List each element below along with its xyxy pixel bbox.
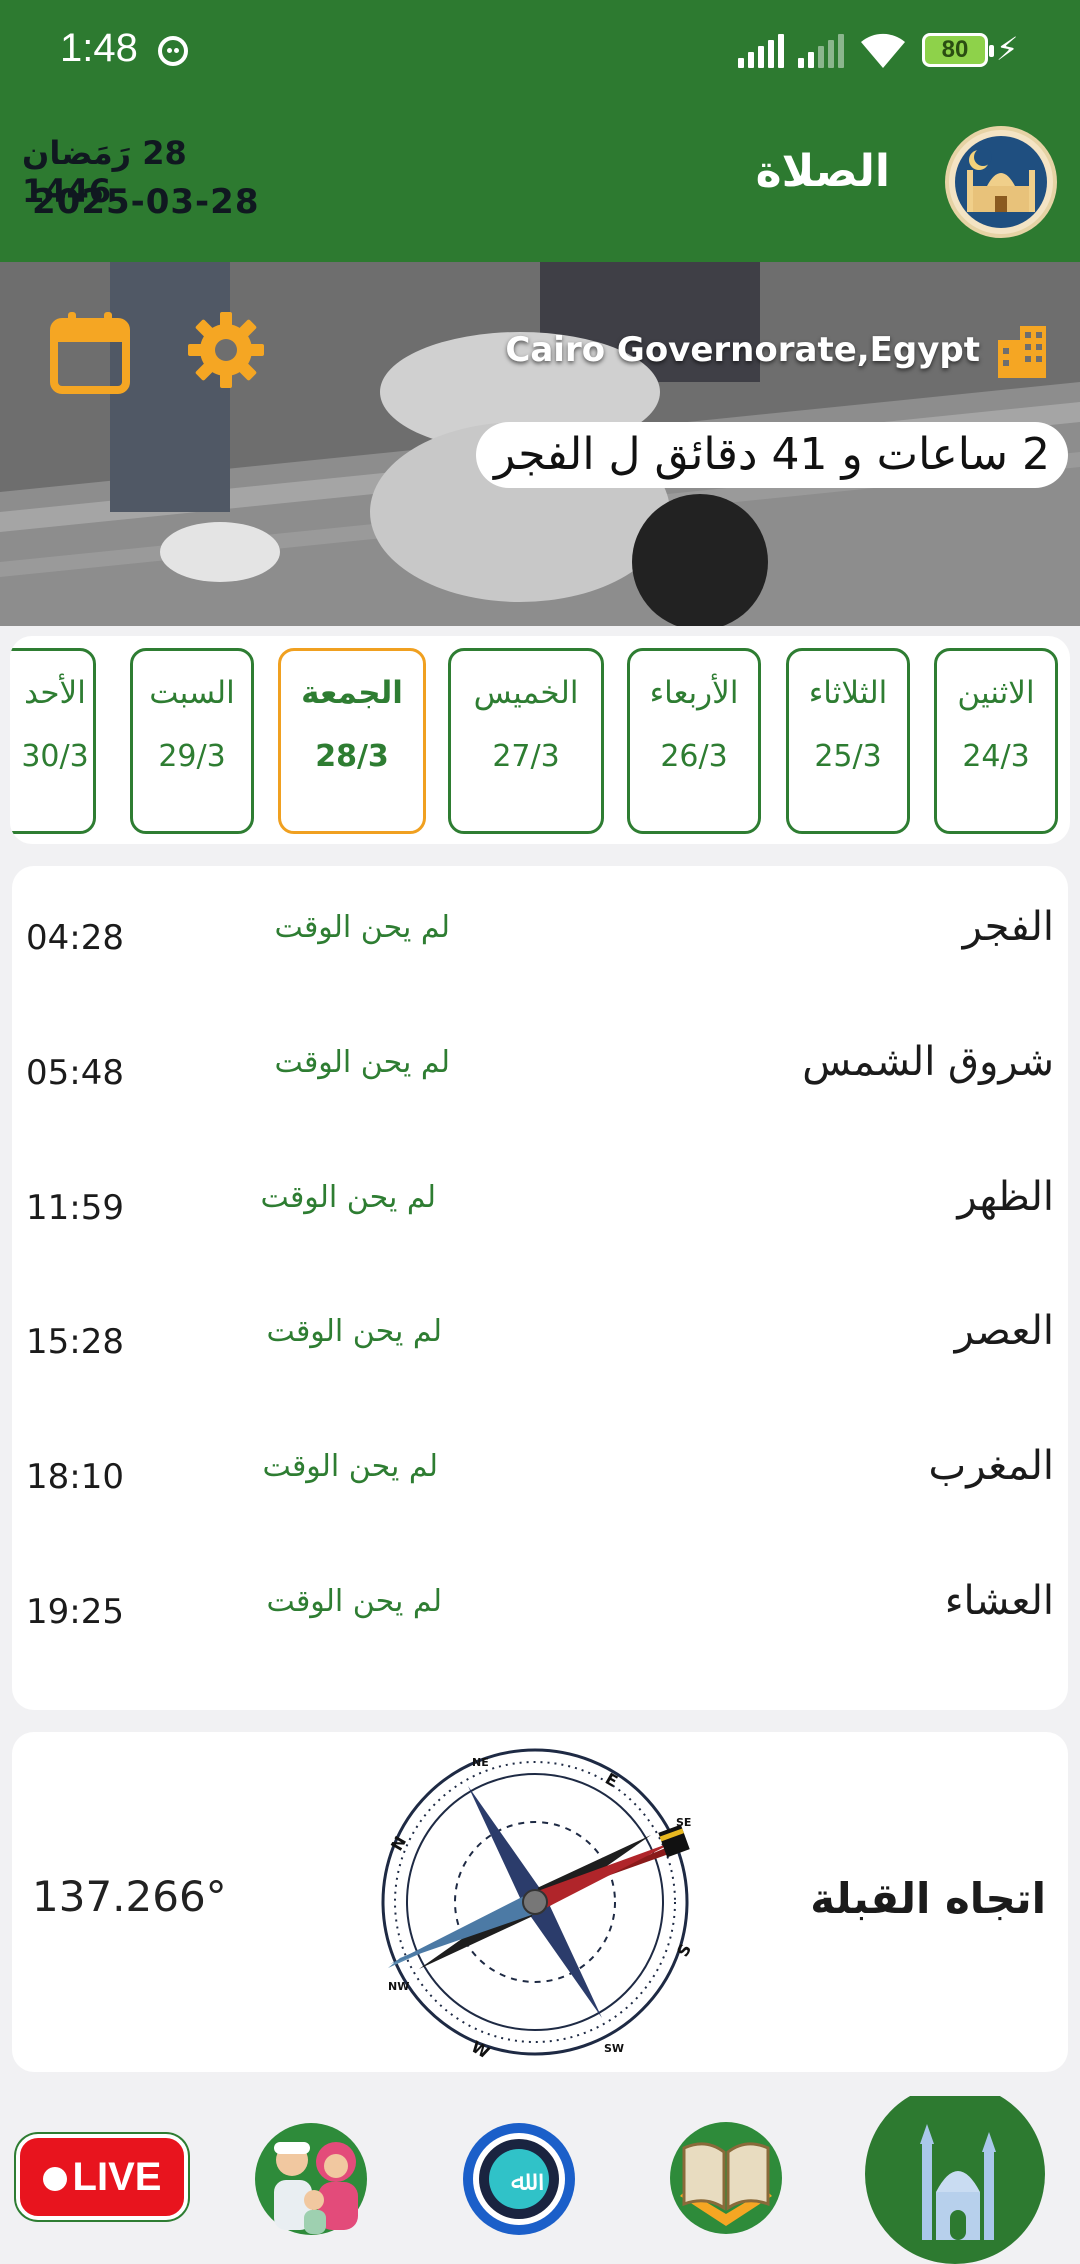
day-date: 30/3	[21, 739, 89, 774]
prayer-status: لم يحن الوقت	[266, 1584, 442, 1619]
mosque-nav-icon[interactable]	[864, 2096, 1046, 2264]
prayer-row[interactable]: 15:28 لم يحن الوقت العصر	[12, 1284, 1068, 1384]
notification-icon	[158, 36, 188, 66]
location-label[interactable]: Cairo Governorate,Egypt	[440, 330, 980, 370]
day-name: الخميس	[473, 675, 579, 711]
quran-icon[interactable]	[666, 2118, 786, 2238]
prayer-name: الظهر	[957, 1174, 1054, 1220]
prayer-row[interactable]: 05:48 لم يحن الوقت شروق الشمس	[12, 1015, 1068, 1115]
day-name: السبت	[149, 675, 235, 711]
bottom-navigation: LIVE ﷲ	[0, 2096, 1080, 2264]
signal-2-icon	[798, 34, 844, 68]
day-name: الاثنين	[957, 675, 1035, 711]
compass-sw-label: SW	[604, 2042, 624, 2055]
prayer-name: العصر	[954, 1308, 1054, 1354]
battery-icon: 80	[922, 33, 994, 67]
prayer-time: 19:25	[26, 1592, 124, 1632]
page-title: الصلاة	[755, 146, 890, 197]
prayer-time: 04:28	[26, 918, 124, 958]
day-name: الأربعاء	[649, 675, 739, 711]
day-tab-selected[interactable]: الجمعة 28/3	[278, 648, 426, 834]
next-prayer-countdown: 2 ساعات و 41 دقائق ل الفجر	[476, 422, 1068, 488]
qibla-compass-icon: N NE E SE S SW W NW	[381, 1748, 695, 2062]
prayer-name: العشاء	[944, 1578, 1054, 1624]
prayer-time: 18:10	[26, 1457, 124, 1497]
prayer-row[interactable]: 19:25 لم يحن الوقت العشاء	[12, 1554, 1068, 1654]
charging-icon: ⚡	[996, 30, 1019, 68]
prayer-row[interactable]: 18:10 لم يحن الوقت المغرب	[12, 1419, 1068, 1519]
mosque-logo-icon	[955, 136, 1047, 228]
prayer-status: لم يحن الوقت	[260, 1180, 436, 1215]
compass-se-label: SE	[676, 1816, 691, 1829]
live-dot-icon	[42, 2167, 67, 2191]
status-time: 1:48	[60, 26, 138, 70]
day-date: 26/3	[660, 739, 728, 774]
day-name: الجمعة	[301, 675, 403, 711]
prayer-status: لم يحن الوقت	[262, 1449, 438, 1484]
compass-nw-label: NW	[388, 1980, 409, 1993]
prayer-status: لم يحن الوقت	[274, 1045, 450, 1080]
qibla-angle: 137.266°	[32, 1872, 227, 1921]
qibla-title: اتجاه القبلة	[810, 1874, 1046, 1923]
hero-banner: Cairo Governorate,Egypt 2 ساعات و 41 دقا…	[0, 262, 1080, 626]
prayer-times-list: 04:28 لم يحن الوقت الفجر 05:48 لم يحن ال…	[12, 866, 1068, 1710]
prayer-row[interactable]: 04:28 لم يحن الوقت الفجر	[12, 880, 1068, 980]
settings-gear-icon[interactable]	[186, 310, 266, 390]
prayer-row[interactable]: 11:59 لم يحن الوقت الظهر	[12, 1150, 1068, 1250]
prayer-time: 05:48	[26, 1053, 124, 1093]
day-date: 25/3	[814, 739, 882, 774]
day-tab[interactable]: الثلاثاء 25/3	[786, 648, 910, 834]
qibla-card[interactable]: 137.266° اتجاه القبلة N NE E SE S SW W N…	[12, 1732, 1068, 2072]
gregorian-date: 2025-03-28	[32, 182, 260, 222]
day-tab[interactable]: الأحد 30/3	[10, 648, 96, 834]
wifi-icon	[861, 33, 905, 68]
live-label: LIVE	[72, 2155, 162, 2199]
prayer-time: 15:28	[26, 1322, 124, 1362]
day-name: الأحد	[24, 675, 86, 711]
day-tab[interactable]: الخميس 27/3	[448, 648, 604, 834]
allah-icon[interactable]: ﷲ	[460, 2120, 578, 2238]
day-date: 28/3	[315, 739, 389, 774]
day-tab[interactable]: الأربعاء 26/3	[627, 648, 761, 834]
day-name: الثلاثاء	[808, 675, 888, 711]
day-date: 24/3	[962, 739, 1030, 774]
compass-ne-label: NE	[472, 1756, 489, 1769]
prayer-status: لم يحن الوقت	[274, 910, 450, 945]
app-header: 1:48 80 ⚡ 28 رَمَضان 1446 2025-03-28 الص…	[0, 0, 1080, 262]
day-tab[interactable]: الاثنين 24/3	[934, 648, 1058, 834]
live-button[interactable]: LIVE	[16, 2134, 188, 2220]
signal-icon	[738, 34, 784, 68]
prayer-name: الفجر	[962, 904, 1054, 950]
prayer-name: شروق الشمس	[802, 1039, 1054, 1085]
status-bar: 1:48 80 ⚡	[0, 0, 1080, 104]
prayer-status: لم يحن الوقت	[266, 1314, 442, 1349]
family-icon[interactable]	[252, 2120, 370, 2238]
day-date: 29/3	[158, 739, 226, 774]
day-selector: الاثنين 24/3 الثلاثاء 25/3 الأربعاء 26/3…	[10, 636, 1070, 844]
prayer-time: 11:59	[26, 1188, 124, 1228]
app-logo-avatar[interactable]	[945, 126, 1057, 238]
building-icon	[998, 326, 1046, 378]
prayer-name: المغرب	[928, 1443, 1054, 1489]
calendar-icon[interactable]	[50, 310, 130, 394]
day-tab[interactable]: السبت 29/3	[130, 648, 254, 834]
day-date: 27/3	[492, 739, 560, 774]
